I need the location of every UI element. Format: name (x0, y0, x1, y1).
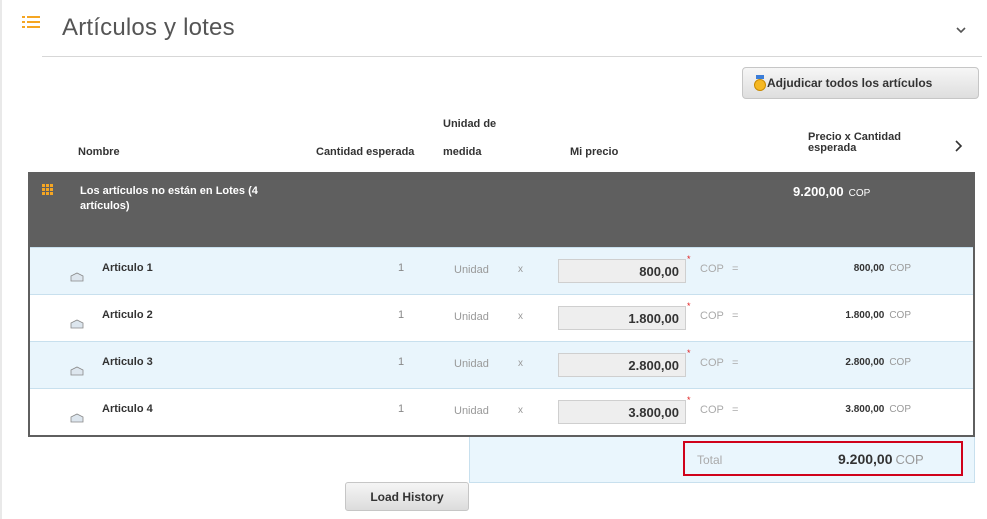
item-qty: 1 (398, 403, 405, 415)
item-unit: Unidad (454, 311, 489, 323)
section-header[interactable]: Artículos y lotes (22, 10, 987, 57)
required-marker: * (687, 348, 691, 358)
award-all-label: Adjudicar todos los artículos (767, 76, 933, 90)
medal-icon (754, 75, 766, 91)
column-header-unit-line1: Unidad de (443, 118, 497, 130)
required-marker: * (687, 254, 691, 264)
chevron-right-icon[interactable] (953, 139, 963, 153)
total-currency: COP (895, 452, 924, 467)
group-row[interactable]: Los artículos no están en Lotes (4 artíc… (28, 172, 975, 247)
column-header-expected-qty: Cantidad esperada (316, 146, 415, 158)
line-total-value: 1.800,00 (845, 310, 885, 321)
item-currency: COP (700, 263, 724, 275)
item-currency: COP (700, 404, 724, 416)
table-row[interactable]: Articulo 4 1 Unidad x * COP = 3.800,00 CO… (30, 388, 973, 435)
equals-sign: = (732, 404, 739, 416)
item-line-total: 2.800,00 COP (845, 357, 911, 368)
item-line-total: 3.800,00 COP (845, 404, 911, 415)
grid-icon (42, 184, 53, 195)
item-currency: COP (700, 310, 724, 322)
item-unit: Unidad (454, 405, 489, 417)
column-header-my-price: Mi precio (570, 146, 619, 158)
line-total-currency: COP (889, 263, 911, 274)
item-name: Articulo 1 (102, 262, 153, 274)
left-border (0, 0, 2, 519)
line-total-currency: COP (889, 310, 911, 321)
column-header-price-qty-line2: esperada (808, 142, 857, 154)
times-sign: x (518, 358, 523, 369)
header-divider (42, 56, 982, 57)
total-value: 9.200,00 COP (838, 451, 924, 467)
table-row[interactable]: Articulo 1 1 Unidad x * COP = 800,00 COP (30, 247, 973, 294)
item-unit: Unidad (454, 264, 489, 276)
list-icon (22, 16, 40, 32)
line-total-currency: COP (889, 357, 911, 368)
load-history-button[interactable]: Load History (345, 482, 469, 511)
item-box-icon (70, 366, 84, 376)
section-title: Artículos y lotes (62, 14, 235, 41)
line-total-value: 2.800,00 (845, 357, 885, 368)
item-box-icon (70, 413, 84, 423)
table-row[interactable]: Articulo 3 1 Unidad x * COP = 2.800,00 CO… (30, 341, 973, 388)
item-line-total: 1.800,00 COP (845, 310, 911, 321)
times-sign: x (518, 311, 523, 322)
item-qty: 1 (398, 262, 405, 274)
required-marker: * (687, 301, 691, 311)
line-total-currency: COP (889, 404, 911, 415)
equals-sign: = (732, 357, 739, 369)
item-name: Articulo 3 (102, 356, 153, 368)
item-currency: COP (700, 357, 724, 369)
column-header-unit-line2: medida (443, 146, 482, 158)
load-history-label: Load History (370, 489, 444, 504)
item-qty: 1 (398, 356, 405, 368)
line-total-value: 3.800,00 (845, 404, 885, 415)
price-input[interactable] (558, 306, 686, 330)
award-all-button[interactable]: Adjudicar todos los artículos (742, 67, 979, 99)
item-line-total: 800,00 COP (854, 263, 911, 274)
item-name: Articulo 2 (102, 309, 153, 321)
required-marker: * (687, 395, 691, 405)
column-header-name: Nombre (78, 146, 120, 158)
group-total-value: 9.200,00 (793, 184, 844, 199)
chevron-down-icon[interactable] (955, 24, 967, 36)
price-input[interactable] (558, 400, 686, 424)
item-box-icon (70, 272, 84, 282)
items-table: Articulo 1 1 Unidad x * COP = 800,00COP … (28, 247, 975, 437)
total-label: Total (697, 453, 723, 467)
price-input[interactable] (558, 259, 686, 283)
times-sign: x (518, 264, 523, 275)
price-input[interactable] (558, 353, 686, 377)
item-name: Articulo 4 (102, 403, 153, 415)
equals-sign: = (732, 310, 739, 322)
group-total-currency: COP (848, 188, 871, 199)
times-sign: x (518, 405, 523, 416)
line-total-value: 800,00 (853, 263, 885, 274)
table-row[interactable]: Articulo 2 1 Unidad x * COP = 1.800,00 CO… (30, 294, 973, 341)
item-qty: 1 (398, 309, 405, 321)
equals-sign: = (732, 263, 739, 275)
group-total: 9.200,00 COP (793, 184, 870, 199)
group-name: Los artículos no están en Lotes (4 artíc… (80, 185, 258, 212)
item-box-icon (70, 319, 84, 329)
item-unit: Unidad (454, 358, 489, 370)
total-amount: 9.200,00 (838, 451, 893, 467)
